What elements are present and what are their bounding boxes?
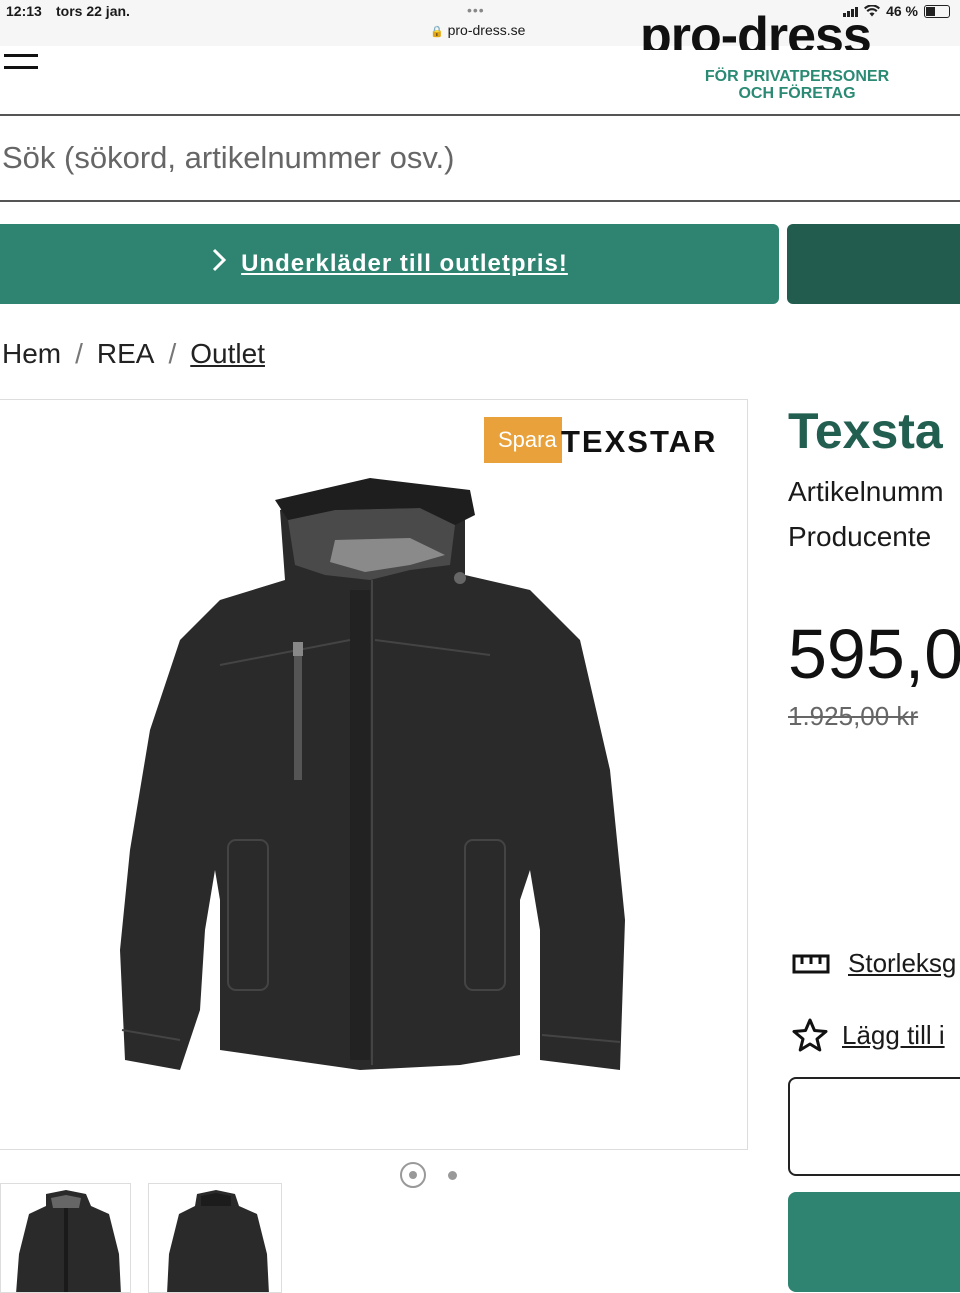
address-bar[interactable]: 🔒 pro-dress.se	[430, 22, 525, 38]
star-icon	[792, 1018, 828, 1052]
carousel-dots	[400, 1162, 457, 1188]
product-image-jacket[interactable]	[110, 470, 640, 1080]
breadcrumb-outlet[interactable]: Outlet	[190, 338, 265, 370]
url-text: pro-dress.se	[447, 22, 526, 38]
chevron-right-icon	[211, 247, 227, 281]
search-input[interactable]	[0, 116, 960, 202]
add-to-cart-button[interactable]	[788, 1192, 960, 1292]
product-price: 595,0	[788, 615, 960, 693]
add-to-wishlist-link[interactable]: Lägg till i	[792, 1018, 945, 1052]
product-thumbnail-front[interactable]	[0, 1183, 131, 1293]
producer-label: Producente	[788, 521, 932, 552]
status-time: 12:13	[6, 3, 42, 19]
breadcrumb-home[interactable]: Hem	[2, 338, 61, 370]
promo-banner-next[interactable]	[787, 224, 960, 304]
breadcrumb-separator: /	[168, 338, 177, 369]
size-guide-link[interactable]: Storleksg	[792, 948, 956, 979]
hamburger-icon[interactable]	[4, 54, 38, 76]
discount-badge: Spara	[484, 417, 562, 463]
logo-tagline-line1: FÖR PRIVATPERSONER	[704, 68, 890, 85]
tab-dots-icon[interactable]: •••	[467, 2, 485, 18]
ruler-icon	[792, 954, 830, 973]
logo-text: pro-dress	[640, 14, 872, 50]
promo-banner-link[interactable]: Underkläder till outletpris!	[241, 250, 568, 278]
product-title: Texsta	[788, 403, 943, 459]
logo-tagline-line2: OCH FÖRETAG	[738, 85, 856, 102]
thumbnail-jacket-front-image	[16, 1190, 121, 1292]
brand-logo: TEXSTAR	[561, 424, 718, 459]
promo-banner[interactable]: Underkläder till outletpris!	[0, 224, 779, 304]
logo-tagline: FÖR PRIVATPERSONER OCH FÖRETAG	[700, 68, 894, 102]
breadcrumb-separator: /	[75, 338, 83, 369]
product-thumbnail-back[interactable]	[148, 1183, 282, 1293]
status-date: tors 22 jan.	[56, 3, 130, 19]
battery-icon	[924, 4, 950, 18]
article-number-label: Artikelnumm	[788, 476, 944, 507]
wishlist-label[interactable]: Lägg till i	[842, 1020, 945, 1051]
battery-percent: 46 %	[886, 3, 918, 19]
original-price: 1.925,00 kr	[788, 701, 919, 731]
breadcrumb-rea[interactable]: REA	[97, 338, 155, 370]
quantity-field[interactable]	[788, 1077, 960, 1176]
thumbnail-jacket-back-image	[167, 1190, 269, 1292]
carousel-dot[interactable]	[448, 1170, 457, 1180]
size-guide-label[interactable]: Storleksg	[848, 948, 956, 979]
logo[interactable]: pro-dress	[640, 14, 890, 50]
lock-icon: 🔒	[430, 26, 444, 38]
carousel-dot-active[interactable]	[400, 1162, 426, 1188]
breadcrumb: Hem / REA / Outlet	[2, 338, 265, 370]
